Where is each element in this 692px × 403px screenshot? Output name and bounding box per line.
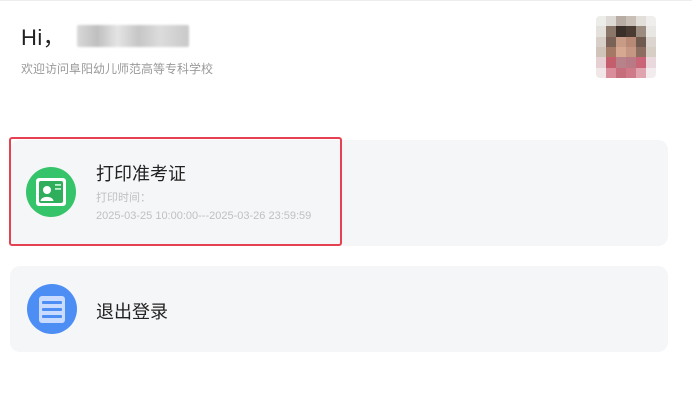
greeting-row: Hi， (21, 20, 190, 52)
admission-ticket-icon (26, 167, 76, 217)
avatar[interactable] (596, 16, 656, 78)
print-time-label: 打印时间： (96, 192, 151, 204)
welcome-subtitle: 欢迎访问阜阳幼儿师范高等专科学校 (21, 62, 214, 76)
print-admission-ticket-title[interactable]: 打印准考证 (96, 160, 186, 186)
print-time-range: 2025-03-25 10:00:00---2025-03-26 23:59:5… (96, 210, 312, 222)
logout-title[interactable]: 退出登录 (96, 298, 168, 324)
greeting-text: Hi， (21, 25, 66, 50)
top-divider (0, 0, 692, 1)
document-list-icon (27, 284, 77, 334)
blurred-username (77, 25, 190, 47)
